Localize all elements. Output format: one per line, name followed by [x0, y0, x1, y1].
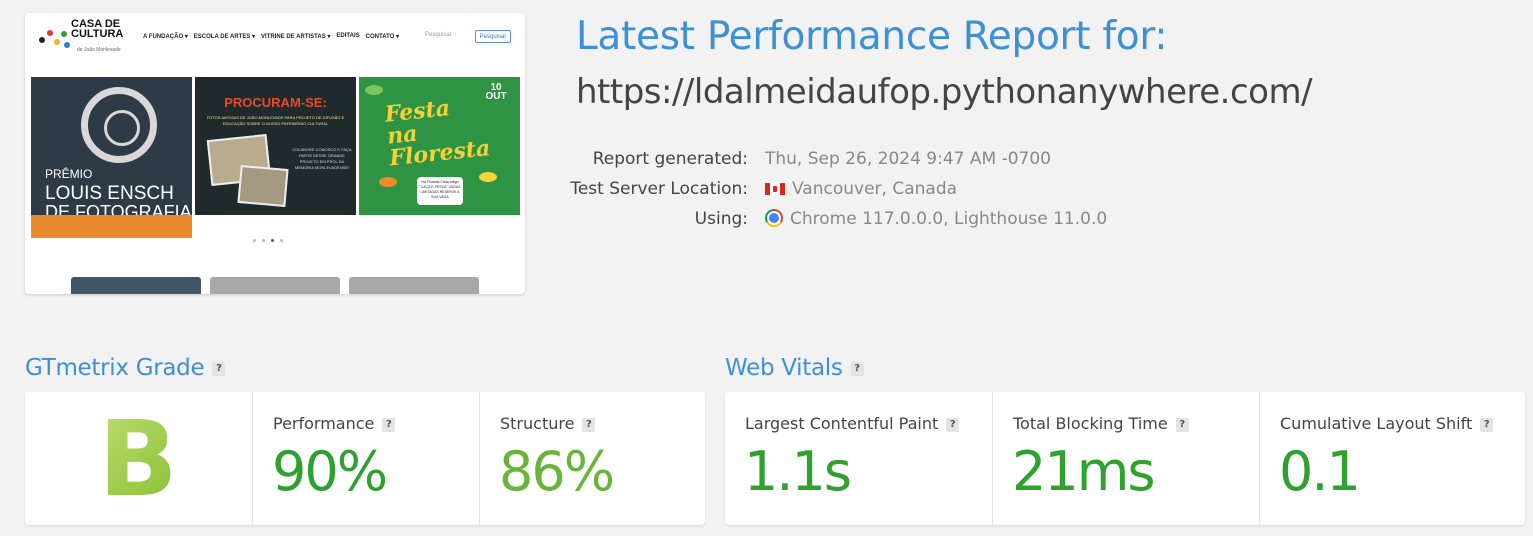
- performance-value: 90%: [272, 440, 388, 503]
- cls-cell: Cumulative Layout Shift? 0.1: [1259, 392, 1525, 525]
- gtmetrix-grade-heading: GTmetrix Grade?: [25, 355, 226, 381]
- gtmetrix-grade-panel: B Performance? 90% Structure? 86%: [25, 392, 705, 525]
- help-icon[interactable]: ?: [382, 417, 396, 432]
- banner-festa-title: Festa na Floresta: [383, 95, 492, 172]
- test-server-location-label: Test Server Location:: [570, 179, 748, 199]
- carousel-pager: [253, 239, 283, 242]
- carousel-dot-active: [271, 239, 274, 242]
- logo-dots-icon: [37, 27, 71, 51]
- structure-label: Structure: [500, 414, 575, 433]
- thumbnail-logo: CASA DE CULTURA de João Monlevade: [37, 19, 142, 57]
- thumbnail-navbar: CASA DE CULTURA de João Monlevade A FUND…: [25, 13, 525, 61]
- banner-wanted-side-text: COLABORE CONOSCO E FAÇA PARTE DESSE GRAN…: [292, 147, 352, 170]
- web-vitals-panel: Largest Contentful Paint? 1.1s Total Blo…: [725, 392, 1525, 525]
- banner-prize-line: PRÊMIO: [45, 167, 93, 181]
- web-vitals-title: Web Vitals: [725, 355, 843, 381]
- help-icon[interactable]: ?: [212, 361, 226, 376]
- report-generated-label: Report generated:: [592, 149, 748, 169]
- page-screenshot-thumbnail[interactable]: CASA DE CULTURA de João Monlevade A FUND…: [25, 13, 525, 294]
- tbt-label: Total Blocking Time: [1013, 414, 1168, 433]
- performance-label-row: Performance?: [273, 414, 396, 433]
- banner-wanted-title: PROCURAM-SE:: [224, 95, 327, 110]
- carousel-dot: [280, 239, 283, 242]
- carousel-dot: [253, 239, 256, 242]
- banner-prize-line: LOUIS ENSCH: [45, 183, 174, 204]
- structure-value: 86%: [499, 440, 615, 503]
- help-icon[interactable]: ?: [850, 361, 864, 376]
- gtmetrix-grade-title: GTmetrix Grade: [25, 355, 205, 381]
- performance-label: Performance: [273, 414, 375, 433]
- canada-flag-icon: [765, 183, 785, 195]
- cls-label: Cumulative Layout Shift: [1280, 414, 1473, 433]
- structure-cell: Structure? 86%: [479, 392, 705, 525]
- banner-prize-text: PRÊMIO LOUIS ENSCH DE FOTOGRAFIA: [45, 165, 192, 222]
- carousel-dot: [262, 239, 265, 242]
- banner-footer: [31, 215, 192, 238]
- lcp-cell: Largest Contentful Paint? 1.1s: [725, 392, 992, 525]
- help-icon[interactable]: ?: [946, 417, 960, 432]
- location-text: Vancouver, Canada: [792, 179, 958, 199]
- using-value: Chrome 117.0.0.0, Lighthouse 11.0.0: [765, 209, 1107, 229]
- thumbnail-menu-item: EDITAIS: [336, 33, 360, 39]
- thumbnail-logo-text: CASA DE CULTURA: [71, 18, 124, 40]
- help-icon[interactable]: ?: [1175, 417, 1189, 432]
- lcp-label: Largest Contentful Paint: [745, 414, 939, 433]
- lcp-value: 1.1s: [744, 440, 852, 503]
- banner-wanted-subtitle: FOTOS ANTIGAS DE JOÃO MONLEVADE PARA PRO…: [206, 115, 345, 126]
- thumbnail-card: [349, 277, 479, 294]
- thumbnail-menu-item: VITRINE DE ARTISTAS ▾: [261, 34, 331, 40]
- structure-label-row: Structure?: [500, 414, 596, 433]
- cls-label-row: Cumulative Layout Shift?: [1280, 414, 1494, 433]
- thumbnail-banner-photo-prize: PRÊMIO LOUIS ENSCH DE FOTOGRAFIA: [31, 77, 192, 238]
- old-photo-image: [237, 164, 289, 208]
- leaf-decoration: [479, 172, 497, 182]
- chrome-icon: [765, 209, 783, 227]
- thumbnail-search-button: Pesquisar: [475, 30, 511, 43]
- thumbnail-search-placeholder: Pesquisar: [425, 32, 452, 38]
- report-url[interactable]: https://ldalmeidaufop.pythonanywhere.com…: [576, 72, 1313, 112]
- thumbnail-menu-item: A FUNDAÇÃO ▾: [143, 34, 188, 40]
- report-title: Latest Performance Report for:: [576, 14, 1168, 59]
- leaf-decoration: [365, 85, 383, 95]
- banner-festa-badge: Na Floresta Cada artigo "CAÇA E PESCA" V…: [417, 177, 463, 205]
- thumbnail-card: [71, 277, 201, 294]
- help-icon[interactable]: ?: [582, 417, 596, 432]
- leaf-decoration: [379, 177, 397, 187]
- cls-value: 0.1: [1279, 440, 1361, 503]
- test-server-location-value: Vancouver, Canada: [765, 179, 957, 199]
- lcp-label-row: Largest Contentful Paint?: [745, 414, 960, 433]
- banner-festa-date: 10 OUT: [485, 82, 507, 102]
- thumbnail-banner-wanted: PROCURAM-SE: FOTOS ANTIGAS DE JOÃO MONLE…: [195, 77, 356, 238]
- banner-footer: [195, 215, 356, 238]
- thumbnail-card: [210, 277, 340, 294]
- banner-footer: [359, 215, 520, 238]
- web-vitals-heading: Web Vitals?: [725, 355, 864, 381]
- tbt-value: 21ms: [1012, 440, 1155, 503]
- camera-aperture-icon: [81, 87, 157, 163]
- report-generated-value: Thu, Sep 26, 2024 9:47 AM -0700: [765, 149, 1051, 169]
- performance-cell: Performance? 90%: [252, 392, 479, 525]
- thumbnail-menu-item: ESCOLA DE ARTES ▾: [193, 34, 256, 40]
- help-icon[interactable]: ?: [1480, 417, 1494, 432]
- thumbnail-logo-subtitle: de João Monlevade: [77, 47, 121, 53]
- tbt-label-row: Total Blocking Time?: [1013, 414, 1189, 433]
- grade-letter: B: [25, 402, 251, 516]
- browser-text: Chrome 117.0.0.0, Lighthouse 11.0.0: [790, 209, 1108, 229]
- thumbnail-banner-festa: Festa na Floresta 10 OUT Na Floresta Cad…: [359, 77, 520, 238]
- thumbnail-menu-item: CONTATO ▾: [365, 34, 399, 40]
- grade-cell: B: [25, 392, 252, 525]
- thumbnail-menu: A FUNDAÇÃO ▾ ESCOLA DE ARTES ▾ VITRINE D…: [143, 33, 399, 40]
- tbt-cell: Total Blocking Time? 21ms: [992, 392, 1259, 525]
- using-label: Using:: [694, 209, 748, 229]
